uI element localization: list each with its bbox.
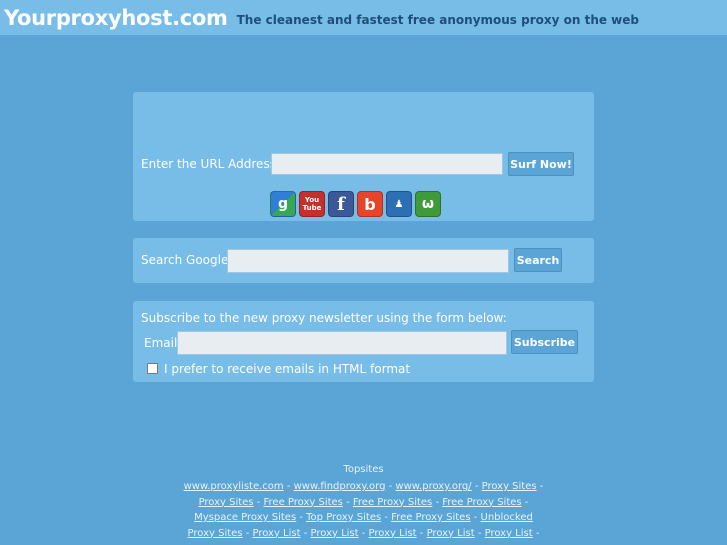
email-field[interactable] — [177, 331, 507, 355]
footer-link[interactable]: Proxy Sites — [482, 481, 537, 492]
subscribe-button[interactable]: Subscribe — [511, 330, 578, 354]
myspace-icon[interactable]: ♟ — [386, 191, 412, 217]
footer-link[interactable]: Top Proxy Sites — [306, 512, 381, 523]
html-format-checkbox[interactable] — [147, 363, 158, 374]
footer-link[interactable]: Free Proxy Sites — [391, 512, 470, 523]
url-input[interactable] — [271, 153, 503, 175]
footer-link[interactable]: Free Proxy Sites — [442, 497, 521, 508]
footer-link[interactable]: www.proxy.org/ — [395, 481, 471, 492]
footer-link[interactable]: Myspace Proxy Sites — [194, 512, 296, 523]
footer-link[interactable]: Proxy List — [427, 528, 475, 539]
social-icons: g You Tube f b ♟ ω — [270, 191, 441, 217]
header-bar: Yourproxyhost.com The cleanest and faste… — [0, 0, 727, 35]
footer-link[interactable]: Free Proxy Sites — [353, 497, 432, 508]
footer-link[interactable]: Proxy List — [369, 528, 417, 539]
google-icon[interactable]: g — [270, 191, 296, 217]
email-label: Email — [144, 336, 178, 350]
footer-links: www.proxyliste.com - www.findproxy.org -… — [183, 481, 544, 539]
footer-title: Topsites — [343, 464, 384, 475]
search-button[interactable]: Search — [514, 248, 562, 272]
tagline: The cleanest and fastest free anonymous … — [236, 13, 639, 27]
buzz-icon[interactable]: b — [357, 191, 383, 217]
html-format-label: I prefer to receive emails in HTML forma… — [164, 362, 411, 376]
search-label: Search Google: — [141, 253, 233, 267]
footer-link[interactable]: Proxy Sites — [199, 497, 254, 508]
url-label: Enter the URL Address: — [141, 157, 280, 171]
footer-link[interactable]: Proxy List — [252, 528, 300, 539]
footer-link[interactable]: Proxy List — [311, 528, 359, 539]
search-input[interactable] — [227, 249, 509, 273]
facebook-icon[interactable]: f — [328, 191, 354, 217]
site-title[interactable]: Yourproxyhost.com — [4, 6, 228, 30]
wordpress-icon[interactable]: ω — [415, 191, 441, 217]
subscribe-intro: Subscribe to the new proxy newsletter us… — [141, 311, 507, 325]
footer-link[interactable]: www.proxyliste.com — [184, 481, 284, 492]
footer-link[interactable]: Free Proxy Sites — [264, 497, 343, 508]
surf-now-button[interactable]: Surf Now! — [508, 152, 574, 176]
youtube-icon[interactable]: You Tube — [299, 191, 325, 217]
footer-link[interactable]: www.findproxy.org — [294, 481, 386, 492]
footer-link[interactable]: Proxy List — [485, 528, 533, 539]
